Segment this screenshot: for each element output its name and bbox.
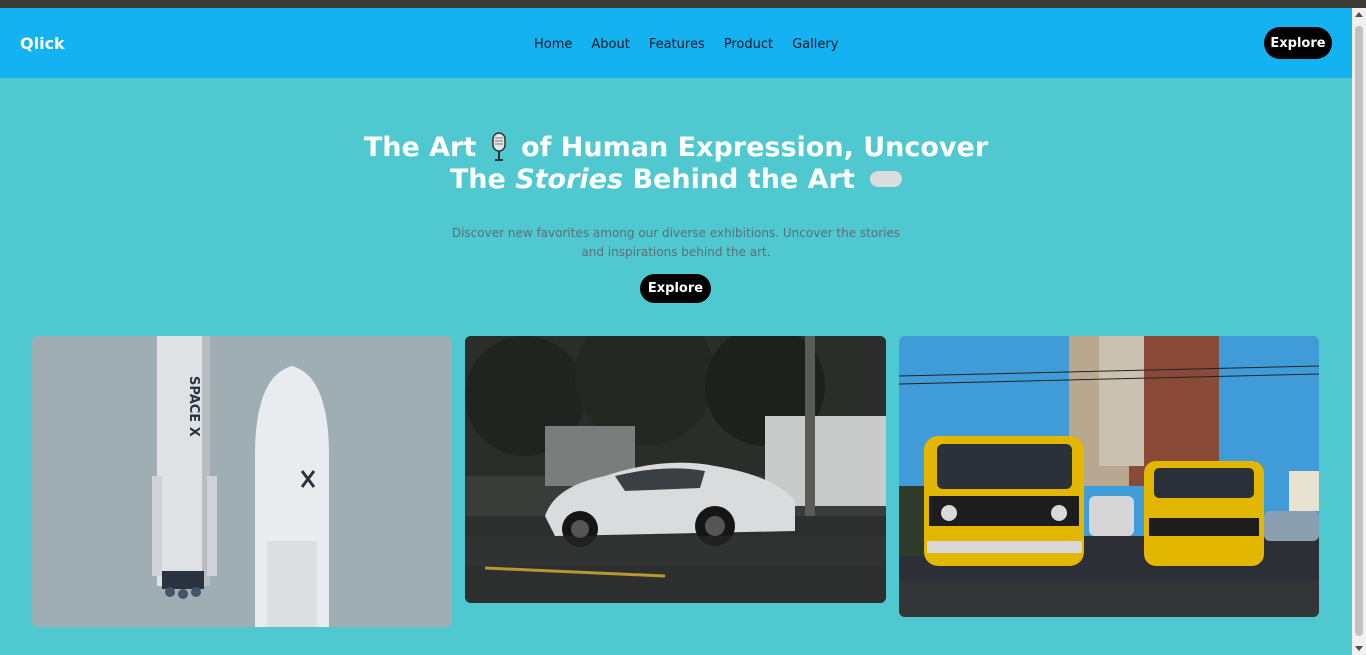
hero-subtitle: Discover new favorites among our diverse… [451, 226, 901, 259]
scrollbar-thumb[interactable] [1355, 26, 1363, 636]
hero-title-part2: of Human Expression, Uncover [521, 132, 989, 163]
microphone-icon [488, 132, 510, 162]
gallery-image-rocket[interactable]: SPACE X [32, 336, 452, 627]
hero-title-part4: Behind the Art [632, 164, 855, 195]
nav-link-home[interactable]: Home [534, 37, 572, 52]
nav-link-gallery[interactable]: Gallery [792, 37, 838, 52]
gallery-image-car[interactable] [465, 336, 886, 603]
brand-logo[interactable]: Qlick [20, 34, 65, 53]
scroll-down-icon[interactable] [1355, 646, 1363, 651]
hero-title-emphasis: Stories [515, 164, 624, 195]
nav-links: Home About Features Product Gallery [534, 37, 838, 52]
browser-top-strip [0, 0, 1366, 8]
scroll-up-icon[interactable] [1355, 12, 1363, 17]
navbar: Qlick Home About Features Product Galler… [0, 8, 1352, 78]
hero-title-part1: The Art [363, 132, 477, 163]
nav-explore-button[interactable]: Explore [1264, 27, 1332, 59]
svg-text:SPACE X: SPACE X [186, 376, 201, 437]
hero-title-part3: The [449, 164, 506, 195]
nav-link-product[interactable]: Product [724, 37, 773, 52]
nav-link-features[interactable]: Features [649, 37, 705, 52]
hero-title: The Art of Human Expression, Uncover The… [300, 132, 1052, 196]
page-scrollbar[interactable] [1352, 8, 1366, 655]
hero-explore-button[interactable]: Explore [640, 274, 711, 303]
gallery-image-buses[interactable] [899, 336, 1319, 617]
nav-link-about[interactable]: About [591, 37, 629, 52]
toggle-pill-icon [870, 171, 903, 187]
